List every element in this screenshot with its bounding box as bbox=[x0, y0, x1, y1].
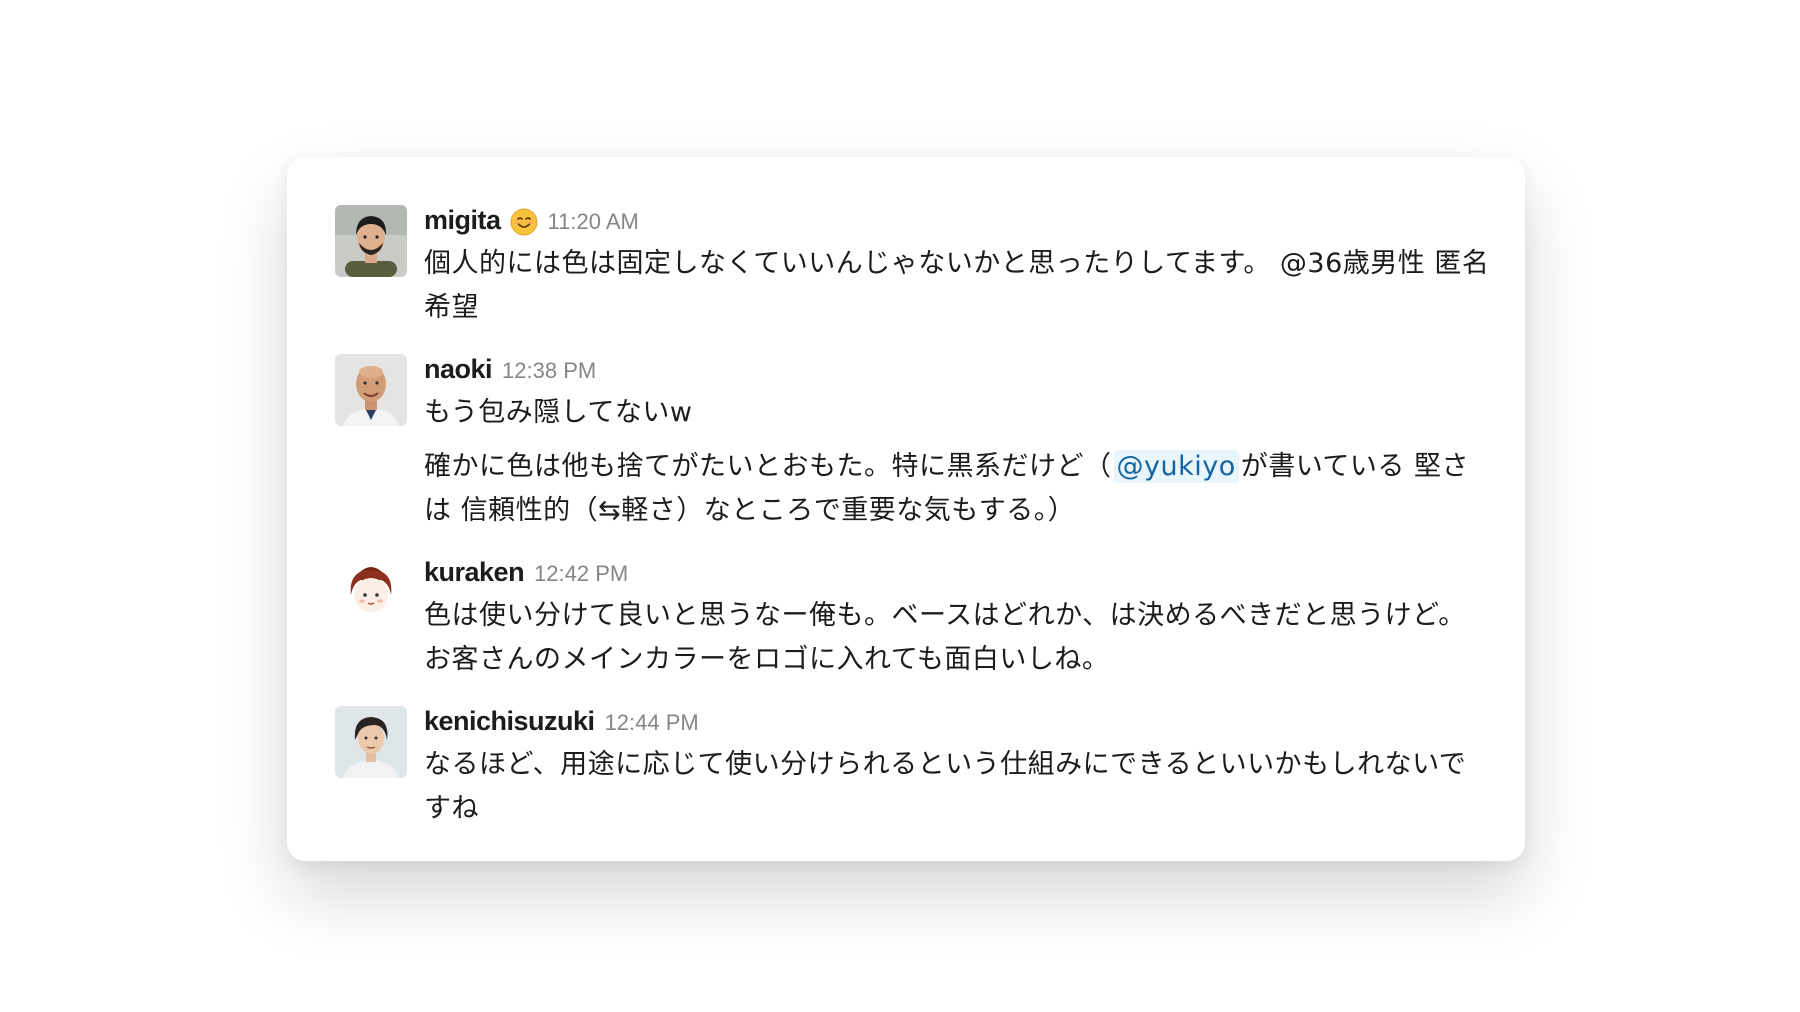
message-item: kenichisuzuki 12:44 PM なるほど、用途に応じて使い分けられ… bbox=[335, 706, 1490, 831]
user-mention[interactable]: @yukiyo bbox=[1113, 450, 1239, 483]
message-text: 色は使い分けて良いと思うなー俺も。ベースはどれか、は決めるべきだと思うけど。お客… bbox=[424, 600, 1466, 675]
message-thread-card: migita 11:20 AM 個人的には色は固定しなくていいんじゃないかと思っ… bbox=[287, 157, 1525, 861]
message-item: kuraken 12:42 PM 色は使い分けて良いと思うなー俺も。ベースはどれ… bbox=[335, 557, 1490, 682]
message-item: naoki 12:38 PM もう包み隠してないw 確かに色は他も捨てがたいとお… bbox=[335, 354, 1490, 533]
avatar[interactable] bbox=[335, 706, 407, 778]
avatar[interactable] bbox=[335, 557, 407, 629]
username[interactable]: naoki bbox=[424, 354, 493, 385]
message-text: 個人的には色は固定しなくていいんじゃないかと思ったりしてます。 @36歳男性 匿… bbox=[424, 248, 1490, 323]
message-text: なるほど、用途に応じて使い分けられるという仕組みにできるといいかもしれないですね bbox=[424, 749, 1467, 824]
smiling-face-icon bbox=[510, 208, 538, 236]
message-text-segment: 確かに色は他も捨てがたいとおもた。特に黒系だけど（ bbox=[424, 451, 1112, 482]
username[interactable]: kuraken bbox=[424, 557, 525, 588]
timestamp[interactable]: 12:44 PM bbox=[605, 710, 699, 736]
username[interactable]: kenichisuzuki bbox=[424, 706, 595, 737]
timestamp[interactable]: 12:42 PM bbox=[534, 561, 628, 587]
timestamp[interactable]: 11:20 AM bbox=[548, 209, 639, 235]
avatar[interactable] bbox=[335, 354, 407, 426]
message-text: 確かに色は他も捨てがたいとおもた。特に黒系だけど（ @yukiyo が書いている 堅… bbox=[424, 445, 1490, 533]
message-item: migita 11:20 AM 個人的には色は固定しなくていいんじゃないかと思っ… bbox=[335, 205, 1490, 330]
timestamp[interactable]: 12:38 PM bbox=[502, 358, 596, 384]
message-text: もう包み隠してないw bbox=[424, 397, 693, 428]
avatar[interactable] bbox=[335, 205, 407, 277]
username[interactable]: migita bbox=[424, 205, 501, 236]
